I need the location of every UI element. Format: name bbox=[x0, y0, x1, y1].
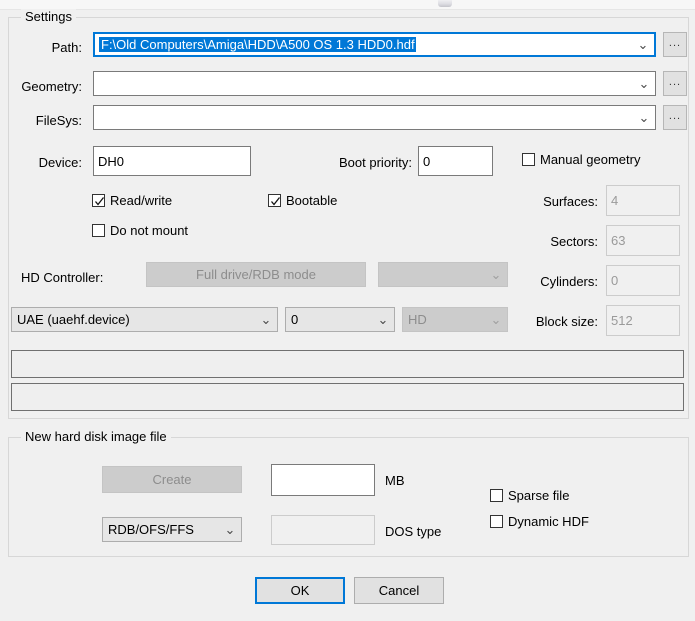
bootable-checkbox[interactable]: Bootable bbox=[268, 193, 337, 208]
new-hdf-group-title: New hard disk image file bbox=[21, 429, 171, 444]
sectors-label: Sectors: bbox=[550, 234, 598, 249]
hd-controller-unit-combobox[interactable]: 0 ⌄ bbox=[285, 307, 395, 332]
filesys-label: FileSys: bbox=[35, 113, 82, 128]
surfaces-label: Surfaces: bbox=[543, 194, 598, 209]
chevron-down-icon: ⌄ bbox=[638, 75, 650, 91]
hdf-format-value: RDB/OFS/FFS bbox=[108, 522, 194, 537]
dos-type-input[interactable] bbox=[271, 515, 375, 545]
hdf-format-combobox[interactable]: RDB/OFS/FFS ⌄ bbox=[102, 517, 242, 542]
read-write-checkbox[interactable]: Read/write bbox=[92, 193, 172, 208]
block-size-label: Block size: bbox=[535, 314, 598, 329]
do-not-mount-checkbox[interactable]: Do not mount bbox=[92, 223, 188, 238]
dos-type-label: DOS type bbox=[385, 524, 442, 539]
path-combobox[interactable]: F:\Old Computers\Amiga\HDD\A500 OS 1.3 H… bbox=[93, 32, 656, 57]
device-label: Device: bbox=[38, 155, 82, 170]
checkbox-box bbox=[522, 153, 535, 166]
info-panel-1 bbox=[11, 350, 684, 378]
chevron-down-icon: ⌄ bbox=[377, 311, 389, 327]
boot-priority-input[interactable] bbox=[418, 146, 493, 176]
create-button[interactable]: Create bbox=[102, 466, 242, 493]
filesys-combobox[interactable]: ⌄ bbox=[93, 105, 656, 130]
surfaces-input[interactable] bbox=[606, 185, 680, 216]
dynamic-hdf-checkbox[interactable]: Dynamic HDF bbox=[490, 514, 589, 529]
hd-controller-unit-value: 0 bbox=[291, 312, 299, 327]
hd-controller-label: HD Controller: bbox=[21, 270, 104, 285]
hdf-size-unit-label: MB bbox=[385, 473, 405, 488]
settings-group-title: Settings bbox=[21, 9, 76, 24]
chevron-down-icon: ⌄ bbox=[224, 521, 236, 537]
full-drive-rdb-mode-button[interactable]: Full drive/RDB mode bbox=[146, 262, 366, 287]
manual-geometry-checkbox[interactable]: Manual geometry bbox=[522, 152, 640, 167]
geometry-label: Geometry: bbox=[21, 79, 82, 94]
filesys-browse-button[interactable]: ... bbox=[663, 105, 687, 130]
sparse-file-checkbox[interactable]: Sparse file bbox=[490, 488, 569, 503]
geometry-combobox[interactable]: ⌄ bbox=[93, 71, 656, 96]
checkbox-box bbox=[92, 194, 105, 207]
bootable-label: Bootable bbox=[286, 193, 338, 208]
hd-controller-type-value: HD bbox=[408, 312, 427, 327]
path-value: F:\Old Computers\Amiga\HDD\A500 OS 1.3 H… bbox=[99, 37, 632, 52]
ok-button[interactable]: OK bbox=[255, 577, 345, 604]
hd-controller-combobox[interactable]: UAE (uaehf.device) ⌄ bbox=[11, 307, 278, 332]
checkbox-box bbox=[268, 194, 281, 207]
chevron-down-icon: ⌄ bbox=[637, 36, 649, 52]
sparse-file-label: Sparse file bbox=[508, 488, 570, 503]
manual-geometry-label: Manual geometry bbox=[540, 152, 641, 167]
read-write-label: Read/write bbox=[110, 193, 173, 208]
cylinders-input[interactable] bbox=[606, 265, 680, 296]
checkbox-box bbox=[490, 489, 503, 502]
hdf-size-input[interactable] bbox=[271, 464, 375, 496]
block-size-input[interactable] bbox=[606, 305, 680, 336]
path-label: Path: bbox=[51, 40, 82, 55]
cylinders-label: Cylinders: bbox=[540, 274, 598, 289]
checkbox-box bbox=[490, 515, 503, 528]
cancel-button[interactable]: Cancel bbox=[354, 577, 444, 604]
chevron-down-icon: ⌄ bbox=[638, 109, 650, 125]
path-browse-button[interactable]: ... bbox=[663, 32, 687, 57]
info-panel-2 bbox=[11, 383, 684, 411]
boot-priority-label: Boot priority: bbox=[339, 155, 412, 170]
checkbox-box bbox=[92, 224, 105, 237]
window-top-edge bbox=[0, 0, 695, 10]
sectors-input[interactable] bbox=[606, 225, 680, 256]
partial-cursor-artifact bbox=[438, 0, 452, 7]
dynamic-hdf-label: Dynamic HDF bbox=[508, 514, 589, 529]
device-input[interactable] bbox=[93, 146, 251, 176]
geometry-browse-button[interactable]: ... bbox=[663, 71, 687, 96]
chevron-down-icon: ⌄ bbox=[260, 311, 272, 327]
hd-controller-value: UAE (uaehf.device) bbox=[17, 312, 130, 327]
do-not-mount-label: Do not mount bbox=[110, 223, 189, 238]
path-value-text: F:\Old Computers\Amiga\HDD\A500 OS 1.3 H… bbox=[99, 37, 416, 52]
